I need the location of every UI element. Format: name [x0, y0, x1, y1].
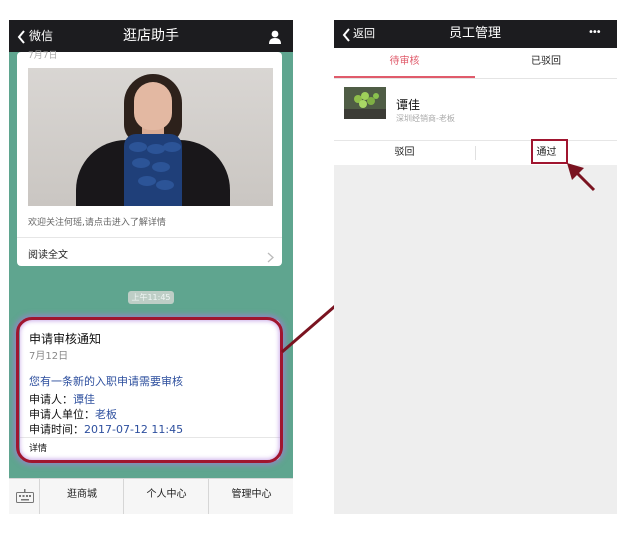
tab-strip: 待审核 已驳回: [334, 48, 617, 79]
page-title: 逛店助手: [123, 28, 179, 44]
article-card[interactable]: 7月7日 欢迎关注何瑶,请点击进入了解详情 阅读全文: [17, 51, 282, 267]
divider: [17, 237, 282, 238]
avatar: [344, 87, 386, 119]
right-phone-screen: 返回 员工管理 ••• 待审核 已驳回 谭佳 深圳经销商-老板 驳回 通过: [334, 20, 617, 514]
left-phone-screen: 微信 逛店助手 7月7日 欢迎关注何瑶,请点击进入了解详情 阅读全文 上午11:…: [9, 20, 293, 514]
page-title: 员工管理: [448, 26, 501, 41]
approve-highlight-box: [531, 139, 568, 164]
more-icon[interactable]: •••: [588, 20, 602, 47]
timestamp-badge: 上午11:45: [128, 291, 174, 304]
applicant-name: 谭佳: [396, 98, 421, 112]
article-date: 7月7日: [28, 51, 58, 61]
tab-pending[interactable]: 待审核: [334, 52, 475, 72]
highlight-ring: [16, 317, 283, 463]
applicant-row[interactable]: 谭佳 深圳经销商-老板: [334, 79, 617, 140]
tab-rejected[interactable]: 已驳回: [475, 52, 617, 72]
applicant-subtitle: 深圳经销商-老板: [396, 114, 455, 123]
menu-shop[interactable]: 逛商城: [39, 479, 124, 514]
back-chevron-icon[interactable]: [342, 27, 351, 46]
keyboard-icon[interactable]: [16, 488, 34, 507]
person-icon[interactable]: [268, 29, 282, 48]
read-more-link[interactable]: 阅读全文: [28, 246, 68, 261]
back-chevron-icon[interactable]: [17, 29, 26, 48]
right-nav-bar: 返回 员工管理 •••: [334, 20, 617, 48]
reject-button[interactable]: 驳回: [334, 141, 475, 165]
back-button[interactable]: 返回: [353, 20, 375, 48]
bottom-menu-bar: 逛商城 个人中心 管理中心: [9, 478, 293, 514]
article-description: 欢迎关注何瑶,请点击进入了解详情: [28, 218, 166, 228]
chevron-right-icon: [267, 248, 274, 267]
article-photo: [28, 68, 273, 206]
menu-management-center[interactable]: 管理中心: [208, 479, 293, 514]
menu-personal-center[interactable]: 个人中心: [123, 479, 209, 514]
tab-active-indicator: [334, 76, 475, 78]
small-annotation-arrow: [567, 163, 596, 192]
